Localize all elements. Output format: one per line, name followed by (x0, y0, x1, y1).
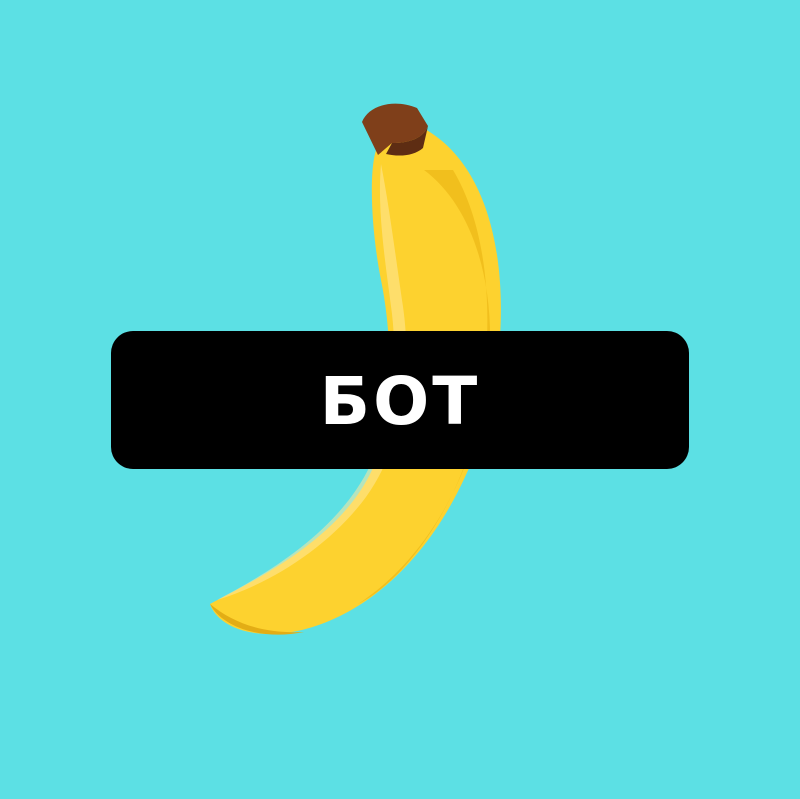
banana-poster: БОТ (0, 0, 800, 799)
label-text: БОТ (319, 363, 481, 440)
banana-stem (362, 103, 428, 156)
label-bar: БОТ (111, 331, 689, 469)
